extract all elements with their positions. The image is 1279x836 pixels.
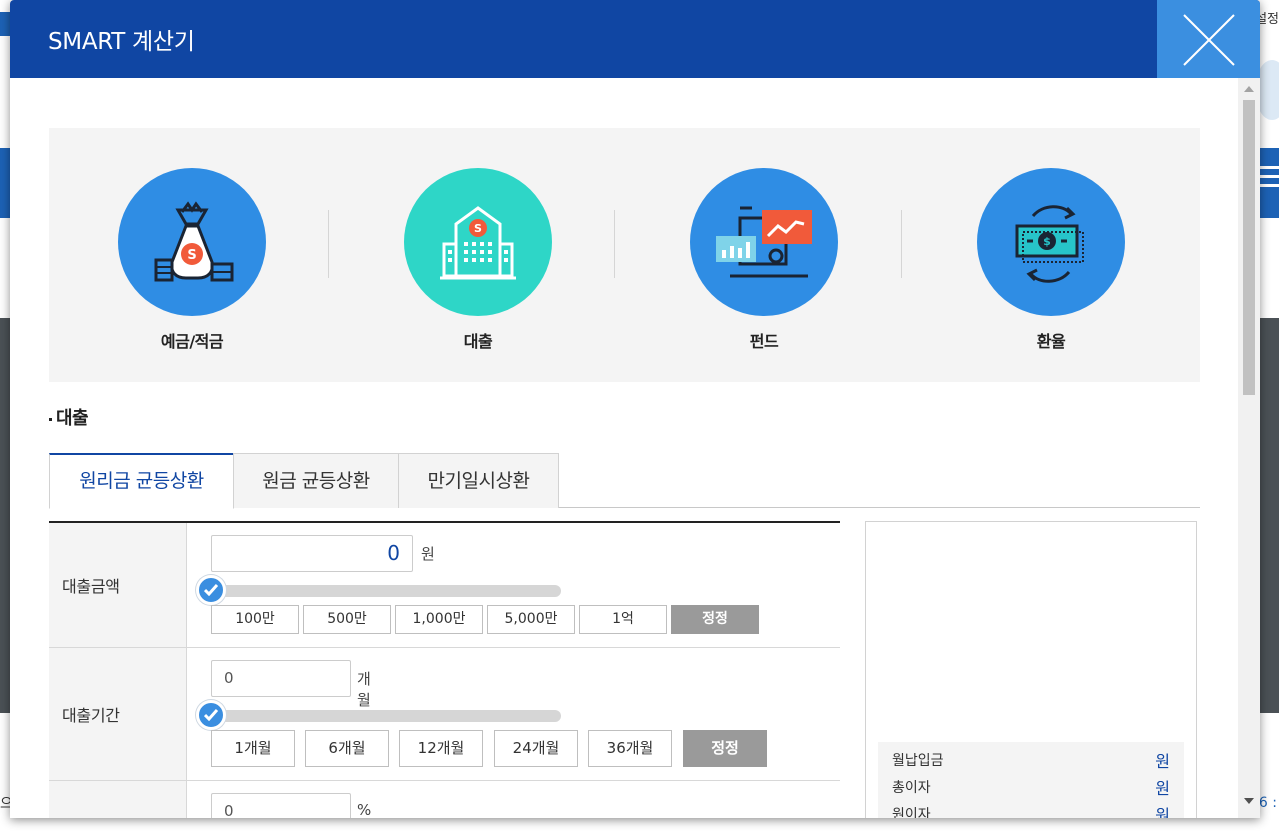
check-icon [204, 709, 218, 721]
form-row-rate: 0 % [49, 781, 840, 818]
period-label: 대출기간 [49, 648, 187, 780]
modal-title: SMART 계산기 [48, 29, 195, 55]
amount-unit: 원 [421, 545, 435, 563]
quick-period-36m[interactable]: 36개월 [588, 730, 672, 767]
quick-amount-500man[interactable]: 500만 [303, 605, 391, 634]
category-loan[interactable]: S 대출 [404, 168, 552, 352]
result-unit: 원 [1155, 779, 1170, 798]
hamburger-menu-icon [1260, 160, 1279, 200]
result-total-interest: 총이자 원 [892, 775, 1170, 802]
quick-period-24m[interactable]: 24개월 [494, 730, 578, 767]
result-list: 월납입금 원 총이자 원 원이자 원 [878, 742, 1184, 818]
section-title: 대출 [49, 404, 89, 430]
period-unit: 개월 [357, 670, 371, 709]
scroll-up-button[interactable] [1238, 78, 1260, 100]
amount-input[interactable]: 0 [211, 535, 413, 572]
result-label: 원이자 [892, 807, 931, 818]
quick-amount-100man[interactable]: 100만 [211, 605, 299, 634]
tab-equal-installment[interactable]: 원리금 균등상환 [49, 453, 234, 509]
amount-slider-track[interactable] [211, 585, 561, 597]
close-button[interactable] [1157, 0, 1260, 78]
money-bag-icon: S [118, 168, 266, 316]
scroll-thumb[interactable] [1243, 100, 1255, 395]
period-slider-handle[interactable] [196, 700, 226, 730]
result-panel: 월납입금 원 총이자 원 원이자 원 [865, 521, 1197, 818]
form-row-period: 대출기간 0 개월 1개월 6개월 12개월 24개월 36개월 정정 [49, 648, 840, 781]
svg-text:S: S [474, 222, 482, 235]
period-slider-track[interactable] [211, 710, 561, 722]
currency-exchange-icon: $ [977, 168, 1125, 316]
svg-text:$: $ [1043, 235, 1051, 248]
period-reset-button[interactable]: 정정 [683, 730, 767, 767]
smart-calculator-modal: SMART 계산기 S 예금/적금 S 대출 펀드 $ 환율 대출 원리금 균등… [10, 0, 1260, 818]
category-label: 환율 [1036, 332, 1066, 351]
period-input[interactable]: 0 [211, 660, 351, 697]
result-unit: 원 [1155, 806, 1170, 818]
svg-text:S: S [187, 248, 196, 263]
category-divider [328, 210, 329, 278]
quick-period-12m[interactable]: 12개월 [399, 730, 483, 767]
category-fund[interactable]: 펀드 [690, 168, 838, 352]
quick-period-6m[interactable]: 6개월 [305, 730, 389, 767]
form-row-amount: 대출금액 0 원 100만 500만 1,000만 5,000만 1억 정정 [49, 523, 840, 648]
repayment-tabs: 원리금 균등상환 원금 균등상환 만기일시상환 [49, 453, 1200, 509]
quick-amount-5000man[interactable]: 5,000만 [487, 605, 575, 634]
quick-period-1m[interactable]: 1개월 [211, 730, 295, 767]
result-monthly-interest: 원이자 원 [892, 802, 1170, 818]
modal-header: SMART 계산기 [10, 0, 1260, 78]
category-divider [614, 210, 615, 278]
modal-scrollbar[interactable] [1238, 78, 1260, 818]
bullet-dot [49, 417, 52, 421]
calculator-category-panel: S 예금/적금 S 대출 펀드 $ 환율 [49, 128, 1200, 382]
result-label: 월납입금 [892, 753, 944, 769]
check-icon [204, 584, 218, 596]
category-label: 펀드 [749, 332, 779, 351]
quick-amount-1000man[interactable]: 1,000만 [395, 605, 483, 634]
result-unit: 원 [1155, 752, 1170, 771]
category-divider [901, 210, 902, 278]
tab-equal-principal[interactable]: 원금 균등상환 [233, 453, 399, 508]
bank-building-icon: S [404, 168, 552, 316]
rate-input[interactable]: 0 [211, 793, 351, 818]
quick-amount-1eok[interactable]: 1억 [579, 605, 667, 634]
amount-slider-handle[interactable] [196, 575, 226, 605]
tab-bullet-repayment[interactable]: 만기일시상환 [398, 453, 559, 508]
loan-form: 대출금액 0 원 100만 500만 1,000만 5,000만 1억 정정 대… [49, 521, 840, 818]
result-monthly-payment: 월납입금 원 [892, 748, 1170, 775]
fund-chart-icon [690, 168, 838, 316]
category-exchange[interactable]: $ 환율 [977, 168, 1125, 352]
scroll-down-button[interactable] [1238, 790, 1260, 812]
category-label: 대출 [463, 332, 493, 351]
category-label: 예금/적금 [160, 332, 224, 351]
modal-body: S 예금/적금 S 대출 펀드 $ 환율 대출 원리금 균등상환 원금 균등상환… [10, 78, 1238, 818]
category-deposit[interactable]: S 예금/적금 [118, 168, 266, 352]
amount-label: 대출금액 [49, 523, 187, 647]
close-icon [1183, 14, 1235, 66]
background-left-edge [0, 12, 10, 36]
arrow-down-icon [1244, 798, 1254, 804]
amount-reset-button[interactable]: 정정 [671, 605, 759, 634]
arrow-up-icon [1244, 86, 1254, 92]
rate-label [49, 781, 187, 818]
result-label: 총이자 [892, 780, 931, 796]
background-right-text: 6 : [1258, 795, 1277, 811]
section-title-text: 대출 [56, 408, 89, 429]
rate-unit: % [357, 801, 372, 818]
